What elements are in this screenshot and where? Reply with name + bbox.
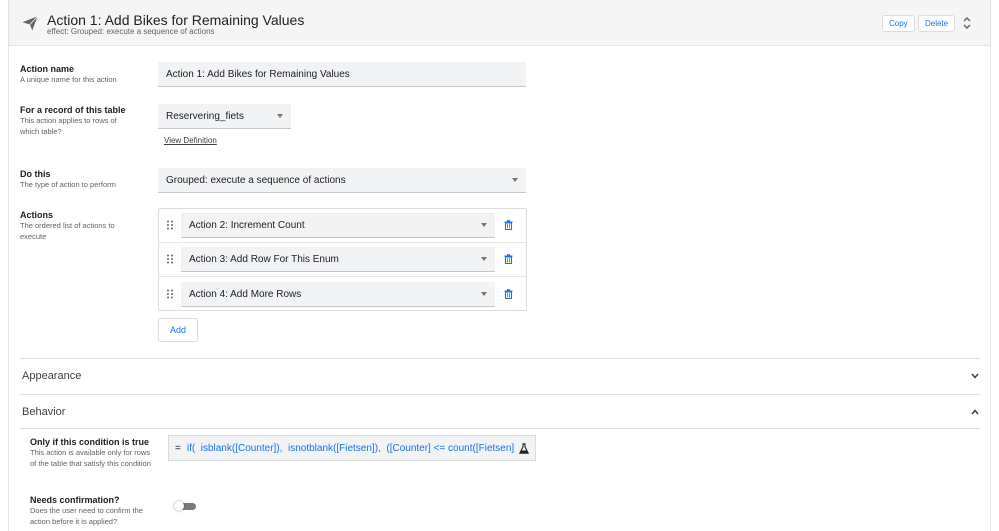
action-item-value: Action 4: Add More Rows [189,288,302,300]
section-divider [20,358,980,359]
behavior-section-title[interactable]: Behavior [22,406,65,418]
dropdown-arrow-icon [481,223,487,227]
dropdown-arrow-icon [512,178,518,182]
actions-description: The ordered list of actions to execute [20,221,115,241]
action-header[interactable]: Action 1: Add Bikes for Remaining Values… [9,0,990,46]
action-name-description: A unique name for this action [20,75,117,84]
drag-handle-icon[interactable] [166,289,174,299]
trash-icon[interactable] [504,220,513,230]
paper-plane-icon [22,15,38,31]
expand-collapse-icon[interactable] [962,16,972,30]
action-item-select[interactable]: Action 3: Add Row For This Enum [181,247,495,272]
action-type-value: Grouped: execute a sequence of actions [166,174,346,186]
confirmation-label: Needs confirmation? [30,495,120,505]
trash-icon[interactable] [504,289,513,299]
chevron-down-icon[interactable] [971,373,979,379]
add-action-button[interactable]: Add [158,318,198,342]
view-definition-link[interactable]: View Definition [164,136,217,145]
condition-formula-input[interactable]: = if( isblank([Counter]), isnotblank([Fi… [168,435,536,461]
action-type-select[interactable]: Grouped: execute a sequence of actions [158,168,526,193]
drag-handle-icon[interactable] [166,254,174,264]
do-this-label: Do this [20,169,51,179]
chevron-up-icon[interactable] [971,409,979,415]
delete-button[interactable]: Delete [918,15,956,32]
section-divider [20,428,980,429]
actions-list: Action 2: Increment Count Action 3: Add … [158,208,527,311]
action-name-label: Action name [20,64,75,74]
condition-label: Only if this condition is true [30,437,150,447]
table-select-value: Reservering_fiets [166,110,244,122]
row-divider [159,242,526,243]
table-label: For a record of this table [20,105,126,115]
confirmation-toggle[interactable] [174,501,198,511]
row-divider [159,276,526,277]
copy-button[interactable]: Copy [882,15,915,32]
toggle-thumb [174,501,184,511]
trash-icon[interactable] [504,254,513,264]
action-effect-subtitle: effect: Grouped: execute a sequence of a… [47,27,215,36]
dropdown-arrow-icon [277,114,283,118]
actions-label: Actions [20,210,54,220]
dropdown-arrow-icon [481,292,487,296]
appearance-section-title[interactable]: Appearance [22,370,81,382]
flask-icon[interactable] [519,443,529,454]
drag-handle-icon[interactable] [166,220,174,230]
action-title: Action 1: Add Bikes for Remaining Values [47,12,305,28]
do-this-description: The type of action to perform [20,180,116,189]
action-item-value: Action 2: Increment Count [189,219,305,231]
action-name-input[interactable]: Action 1: Add Bikes for Remaining Values [158,62,526,87]
action-name-value: Action 1: Add Bikes for Remaining Values [166,68,350,80]
formula-text: if( isblank([Counter]), isnotblank([Fiet… [186,442,515,454]
formula-equals-sign: = [175,442,181,454]
section-divider [20,394,980,395]
table-description: This action applies to rows of which tab… [20,116,117,136]
action-item-value: Action 3: Add Row For This Enum [189,253,339,265]
action-card: Action 1: Add Bikes for Remaining Values… [8,0,991,531]
table-select[interactable]: Reservering_fiets [158,104,291,129]
action-item-select[interactable]: Action 2: Increment Count [181,213,495,238]
action-item-select[interactable]: Action 4: Add More Rows [181,282,495,307]
dropdown-arrow-icon [481,257,487,261]
confirmation-description: Does the user need to confirm the action… [30,506,143,526]
condition-description: This action is available only for rows o… [30,448,151,468]
